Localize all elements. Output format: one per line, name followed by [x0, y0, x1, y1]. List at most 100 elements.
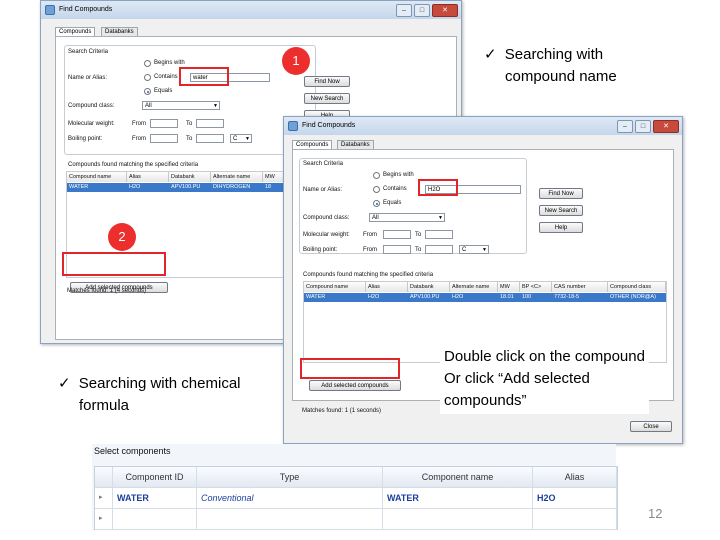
begins-with-label: Begins with	[154, 60, 185, 66]
column-header[interactable]: Compound class	[608, 282, 666, 292]
chevron-down-icon: ▼	[438, 215, 443, 221]
row-selector-icon[interactable]: ▸	[95, 488, 113, 508]
bp-to-input[interactable]	[425, 245, 453, 254]
add-selected-highlight	[300, 358, 400, 379]
compound-class-select[interactable]: All ▼	[142, 101, 220, 110]
maximize-icon[interactable]: □	[635, 120, 651, 133]
minimize-icon[interactable]: –	[396, 4, 412, 17]
contains-radio[interactable]	[144, 74, 151, 81]
column-header[interactable]: MW	[498, 282, 520, 292]
contains-radio[interactable]	[373, 186, 380, 193]
cell: H2O	[368, 294, 380, 300]
cell: H2O	[129, 184, 141, 190]
from-label: From	[363, 247, 377, 253]
column-header[interactable]: CAS number	[552, 282, 608, 292]
table-row[interactable]: ▸ WATER Conventional WATER H2O	[95, 488, 617, 509]
equals-radio[interactable]	[144, 88, 151, 95]
results-label: Compounds found matching the specified c…	[68, 162, 199, 168]
cell: H2O	[452, 294, 464, 300]
components-grid: Component ID Type Component name Alias ▸…	[94, 466, 618, 530]
begins-with-radio[interactable]	[373, 172, 380, 179]
column-header[interactable]: BP <C>	[520, 282, 552, 292]
bp-from-input[interactable]	[150, 134, 178, 143]
select-components-title: Select components	[94, 446, 171, 456]
minimize-icon[interactable]: –	[617, 120, 633, 133]
step-2-marker: 2	[108, 223, 136, 251]
window-title: Find Compounds	[59, 6, 113, 13]
type-cell[interactable]	[197, 509, 383, 529]
begins-with-radio[interactable]	[144, 60, 151, 67]
cell: APV100.PU	[171, 184, 201, 190]
find-now-button[interactable]: Find Now	[304, 76, 350, 87]
column-header[interactable]: Alias	[127, 172, 169, 182]
column-header[interactable]: Alternate name	[211, 172, 263, 182]
bp-to-input[interactable]	[196, 134, 224, 143]
mol-weight-from-input[interactable]	[150, 119, 178, 128]
step-1-marker: 1	[282, 47, 310, 75]
name-or-alias-label: Name or Alias:	[303, 187, 343, 193]
equals-label: Equals	[383, 200, 402, 206]
app-icon	[288, 121, 298, 131]
tab-compounds[interactable]: Compounds	[292, 140, 333, 149]
to-label: To	[415, 247, 422, 253]
type-cell[interactable]: Conventional	[197, 488, 383, 508]
alias-cell[interactable]	[533, 509, 617, 529]
column-header[interactable]: Databank	[169, 172, 211, 182]
column-header[interactable]: Alias	[533, 467, 617, 487]
column-header[interactable]: Type	[197, 467, 383, 487]
app-icon	[45, 5, 55, 15]
note-line: compound name	[505, 68, 617, 85]
unit-select[interactable]: C ▼	[230, 134, 252, 143]
unit-value: C	[233, 136, 238, 142]
from-label: From	[132, 136, 146, 142]
compound-class-value: All	[145, 103, 152, 109]
cell: WATER	[306, 294, 326, 300]
tab-databanks[interactable]: Databanks	[101, 27, 138, 36]
component-name-cell[interactable]	[383, 509, 533, 529]
find-now-button[interactable]: Find Now	[539, 188, 583, 199]
mol-weight-from-input[interactable]	[383, 230, 411, 239]
note-line: Double click on the compound	[444, 348, 645, 365]
compound-class-select[interactable]: All ▼	[369, 213, 445, 222]
mol-weight-to-input[interactable]	[425, 230, 453, 239]
table-row[interactable]: ▸	[95, 509, 617, 530]
cell: WATER	[69, 184, 89, 190]
component-name-cell[interactable]: WATER	[383, 488, 533, 508]
column-header[interactable]: Databank	[408, 282, 450, 292]
boiling-point-label: Boiling point:	[303, 247, 338, 253]
column-header[interactable]: Component name	[383, 467, 533, 487]
close-icon[interactable]: ✕	[653, 120, 679, 133]
equals-radio[interactable]	[373, 200, 380, 207]
table-row[interactable]: WATER H2O APV100.PU H2O 18.01 100 7732-1…	[304, 293, 666, 302]
close-button[interactable]: Close	[630, 421, 672, 432]
maximize-icon[interactable]: □	[414, 4, 430, 17]
new-search-button[interactable]: New Search	[304, 93, 350, 104]
column-header[interactable]: Compound name	[304, 282, 366, 292]
new-search-button[interactable]: New Search	[539, 205, 583, 216]
close-icon[interactable]: ✕	[432, 4, 458, 17]
column-header[interactable]: Alias	[366, 282, 408, 292]
add-selected-highlight	[62, 252, 166, 276]
results-label: Compounds found matching the specified c…	[303, 272, 434, 278]
unit-value: C	[462, 247, 467, 253]
tab-databanks[interactable]: Databanks	[337, 140, 374, 149]
check-icon: ✓	[484, 46, 497, 63]
add-selected-compounds-button[interactable]: Add selected compounds	[309, 380, 401, 391]
tab-compounds[interactable]: Compounds	[55, 27, 96, 36]
column-header[interactable]: Compound name	[67, 172, 127, 182]
from-label: From	[132, 121, 146, 127]
alias-cell[interactable]: H2O	[533, 488, 617, 508]
row-selector-icon[interactable]: ▸	[95, 509, 113, 529]
component-id-cell[interactable]: WATER	[113, 488, 197, 508]
mol-weight-to-input[interactable]	[196, 119, 224, 128]
cell: 18.01	[500, 294, 514, 300]
note-formula: ✓ Searching with chemical formula	[58, 373, 241, 417]
column-header[interactable]: Alternate name	[450, 282, 498, 292]
search-value-highlight	[418, 179, 458, 196]
component-id-cell[interactable]	[113, 509, 197, 529]
chevron-down-icon: ▼	[213, 103, 218, 109]
help-button[interactable]: Help	[539, 222, 583, 233]
unit-select[interactable]: C ▼	[459, 245, 489, 254]
bp-from-input[interactable]	[383, 245, 411, 254]
column-header[interactable]: Component ID	[113, 467, 197, 487]
